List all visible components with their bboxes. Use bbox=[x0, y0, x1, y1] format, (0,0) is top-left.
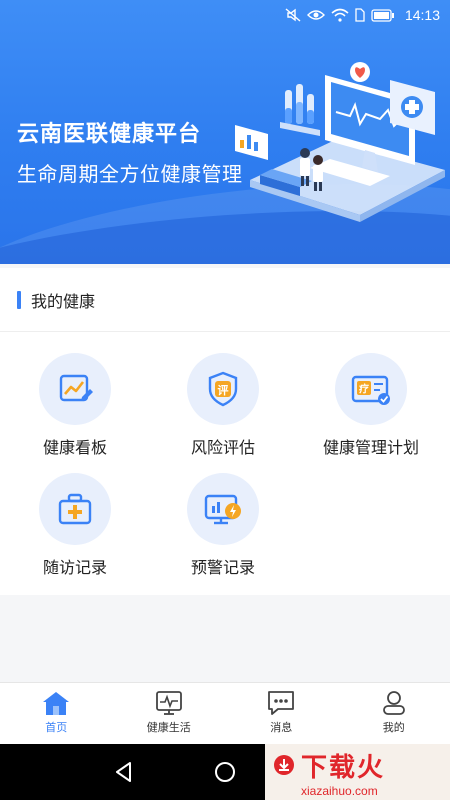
user-icon bbox=[382, 691, 405, 715]
tile-follow-up-records[interactable]: 随访记录 bbox=[0, 473, 150, 578]
tile-icon-bg bbox=[39, 353, 111, 425]
watermark-url: xiazaihuo.com bbox=[301, 783, 378, 798]
health-feature-grid: 健康看板 评 风险评估 疗 健康管理计划 随访记录 预警记录 bbox=[0, 332, 450, 595]
tile-label: 预警记录 bbox=[190, 558, 255, 577]
home-button-icon[interactable] bbox=[213, 760, 237, 784]
tile-alert-records[interactable]: 预警记录 bbox=[148, 473, 298, 578]
tile-icon-bg: 疗 bbox=[335, 353, 407, 425]
tile-health-dashboard[interactable]: 健康看板 bbox=[0, 353, 150, 458]
tab-label: 消息 bbox=[270, 721, 293, 734]
section-title: 我的健康 bbox=[31, 291, 96, 311]
pulse-monitor-icon bbox=[155, 691, 182, 715]
svg-text:疗: 疗 bbox=[359, 383, 369, 396]
section-accent-bar bbox=[17, 290, 21, 309]
medical-kit-icon bbox=[58, 493, 92, 525]
tile-label: 健康管理计划 bbox=[322, 438, 419, 457]
watermark: 下载火 xiazaihuo.com bbox=[265, 744, 450, 800]
treatment-plan-icon: 疗 bbox=[351, 375, 390, 405]
message-icon bbox=[268, 691, 295, 715]
status-time: 14:13 bbox=[404, 7, 440, 23]
tab-messages[interactable]: 消息 bbox=[225, 683, 338, 744]
battery-icon bbox=[371, 8, 394, 22]
sim-icon bbox=[355, 8, 365, 22]
back-icon[interactable] bbox=[112, 760, 136, 784]
tile-icon-bg: 评 bbox=[187, 353, 259, 425]
wifi-icon bbox=[331, 8, 349, 22]
hero-title: 云南医联健康平台 bbox=[17, 122, 202, 147]
tile-icon-bg bbox=[187, 473, 259, 545]
svg-text:评: 评 bbox=[218, 384, 229, 397]
shield-evaluate-icon: 评 bbox=[208, 371, 238, 407]
status-bar: 14:13 bbox=[0, 0, 450, 30]
tab-profile[interactable]: 我的 bbox=[338, 683, 450, 744]
my-health-section: 我的健康 健康看板 评 风险评估 疗 健康管理计划 随访记录 预警记录 bbox=[0, 268, 450, 595]
tile-label: 健康看板 bbox=[42, 438, 107, 457]
download-logo-icon bbox=[274, 755, 294, 775]
tile-label: 随访记录 bbox=[42, 558, 107, 577]
tile-label: 风险评估 bbox=[190, 438, 255, 457]
chart-edit-icon bbox=[59, 374, 93, 402]
tab-label: 健康生活 bbox=[146, 721, 191, 734]
tile-icon-bg bbox=[39, 473, 111, 545]
tab-label: 首页 bbox=[45, 721, 68, 734]
medical-illustration bbox=[235, 62, 445, 222]
hero-subtitle: 生命周期全方位健康管理 bbox=[17, 162, 243, 186]
section-header: 我的健康 bbox=[0, 268, 450, 332]
monitor-alert-icon bbox=[204, 494, 241, 525]
tile-risk-assessment[interactable]: 评 风险评估 bbox=[148, 353, 298, 458]
eye-icon bbox=[306, 10, 325, 20]
tab-label: 我的 bbox=[382, 721, 405, 734]
watermark-text: 下载火 bbox=[301, 752, 386, 783]
tab-home[interactable]: 首页 bbox=[0, 683, 113, 744]
hero-banner: 14:13 云南医联健康平台 生命周期全方位健康管理 bbox=[0, 0, 450, 264]
tab-healthy-living[interactable]: 健康生活 bbox=[113, 683, 226, 744]
watermark-row: 下载火 bbox=[273, 747, 385, 784]
bottom-tab-bar: 首页 健康生活 消息 我的 bbox=[0, 682, 450, 744]
home-icon bbox=[43, 692, 70, 715]
tile-health-plan[interactable]: 疗 健康管理计划 bbox=[296, 353, 446, 458]
mute-icon bbox=[285, 8, 301, 22]
